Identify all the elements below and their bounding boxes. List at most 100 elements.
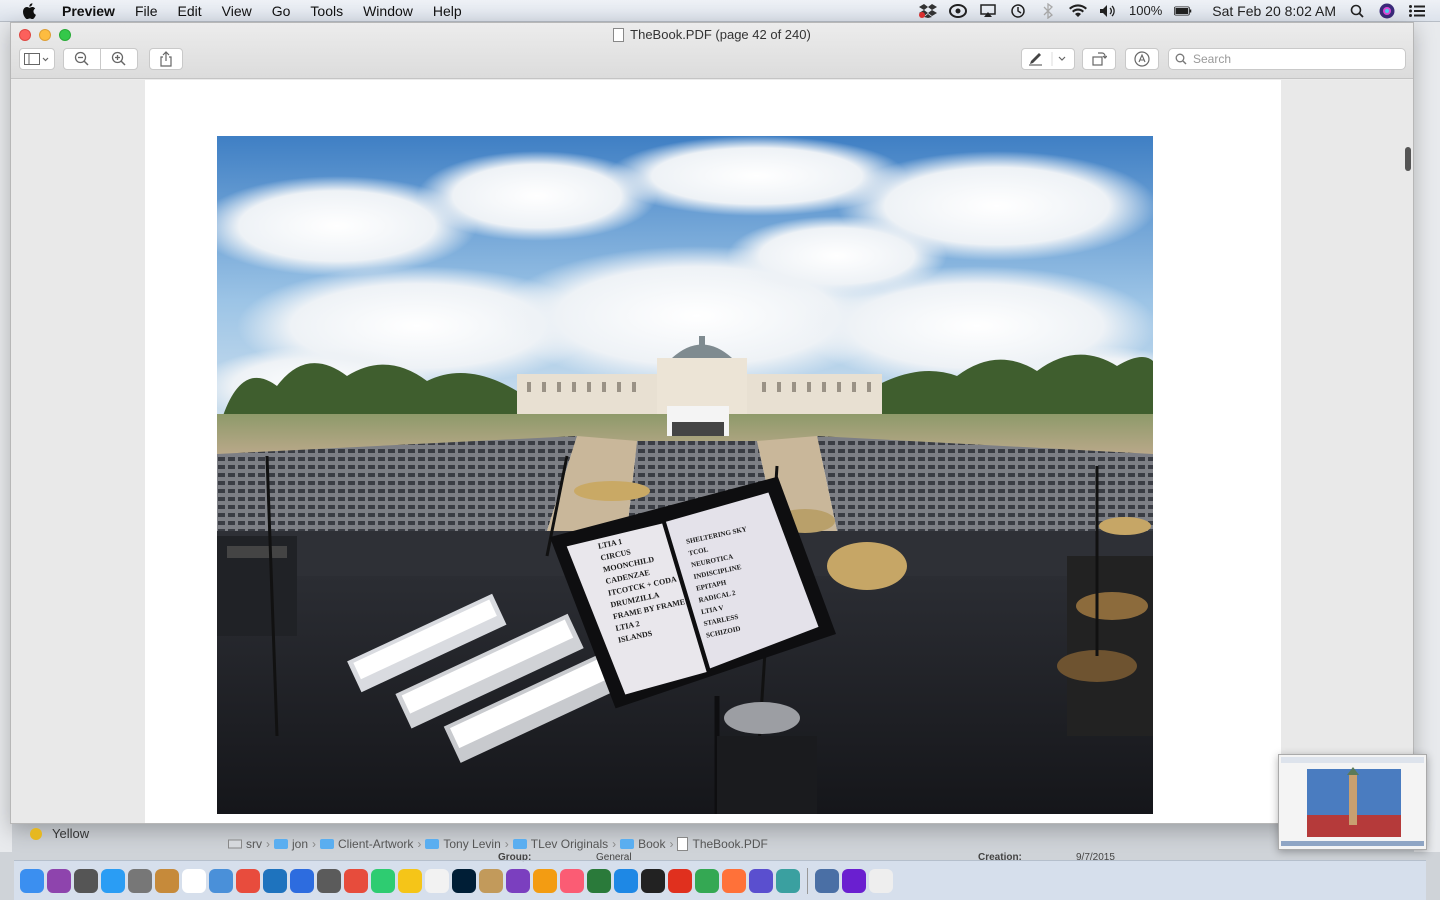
spotlight-search-icon[interactable] (1348, 3, 1366, 19)
path-separator: › (504, 837, 509, 851)
dock-app-icon[interactable] (869, 868, 893, 893)
folder-icon (274, 839, 288, 849)
path-item[interactable]: TheBook.PDF (677, 837, 768, 851)
dropbox-icon[interactable] (919, 3, 937, 19)
time-machine-icon[interactable] (1009, 3, 1027, 19)
dock-app-icon[interactable] (668, 868, 692, 893)
dock-app-icon[interactable] (506, 868, 530, 893)
folder-icon (425, 839, 440, 849)
dock-app-icon[interactable] (776, 868, 800, 893)
path-item[interactable]: srv (228, 837, 262, 851)
path-item[interactable]: TLev Originals (512, 837, 609, 851)
dock-app-icon[interactable] (263, 868, 287, 893)
siri-icon[interactable] (1378, 3, 1396, 19)
search-field[interactable] (1168, 48, 1406, 70)
pdf-file-icon (677, 837, 689, 851)
concert-stage-photo: LTIA 1 CIRCUS MOONCHILD CADENZAE ITCOTCK… (217, 136, 1153, 814)
menu-file[interactable]: File (125, 0, 168, 22)
menu-edit[interactable]: Edit (168, 0, 212, 22)
dock-app-icon[interactable] (182, 868, 206, 893)
dock-app-icon[interactable] (371, 868, 395, 893)
path-item-label: Book (638, 837, 666, 851)
volume-icon[interactable] (1099, 3, 1117, 19)
share-icon (160, 51, 172, 67)
dock-app-icon[interactable] (20, 868, 44, 893)
path-item-label: TLev Originals (530, 837, 609, 851)
wifi-icon[interactable] (1069, 3, 1087, 19)
pdf-page: LTIA 1 CIRCUS MOONCHILD CADENZAE ITCOTCK… (145, 80, 1281, 823)
dock-app-icon[interactable] (533, 868, 557, 893)
server-icon (228, 839, 242, 849)
zoom-in-button[interactable] (100, 48, 138, 70)
dock-app-icon[interactable] (722, 868, 746, 893)
finder-tag-yellow[interactable]: Yellow (30, 826, 89, 841)
tag-label: Yellow (52, 826, 90, 841)
path-separator: › (312, 837, 317, 851)
dock-app-icon[interactable] (155, 868, 179, 893)
dock-app-icon[interactable] (128, 868, 152, 893)
path-separator: › (266, 837, 270, 851)
rotate-button[interactable] (1082, 48, 1116, 70)
path-item[interactable]: Book (620, 837, 665, 851)
dock-app-icon[interactable] (344, 868, 368, 893)
yellow-tag-icon (30, 827, 42, 840)
sidebar-toggle-button[interactable] (19, 48, 55, 70)
dock-app-icon[interactable] (74, 868, 98, 893)
apple-menu-icon[interactable] (20, 2, 38, 20)
dock-app-icon[interactable] (209, 868, 233, 893)
zoom-out-button[interactable] (63, 48, 101, 70)
window-titlebar[interactable]: TheBook.PDF (page 42 of 240) (11, 23, 1413, 79)
path-item[interactable]: Tony Levin (425, 837, 501, 851)
markup-pen-button[interactable] (1021, 48, 1075, 70)
dock-app-icon[interactable] (317, 868, 341, 893)
airplay-icon[interactable] (979, 3, 997, 19)
dock-app-icon[interactable] (842, 868, 866, 893)
dock-app-icon[interactable] (452, 868, 476, 893)
markup-toolbar-button[interactable] (1125, 48, 1159, 70)
path-item[interactable]: jon (274, 837, 308, 851)
window-title: TheBook.PDF (page 42 of 240) (11, 27, 1413, 42)
path-separator: › (417, 837, 422, 851)
dock-app-icon[interactable] (641, 868, 665, 893)
share-button[interactable] (149, 48, 183, 70)
dock (14, 860, 1426, 900)
battery-icon[interactable] (1174, 3, 1192, 19)
menu-tools[interactable]: Tools (300, 0, 353, 22)
dock-app-icon[interactable] (47, 868, 71, 893)
dock-app-icon[interactable] (614, 868, 638, 893)
dock-app-icon[interactable] (479, 868, 503, 893)
zoom-out-icon (74, 51, 89, 66)
document-view[interactable]: LTIA 1 CIRCUS MOONCHILD CADENZAE ITCOTCK… (11, 80, 1413, 823)
dock-app-icon[interactable] (236, 868, 260, 893)
screenshot-thumbnail[interactable] (1278, 754, 1427, 850)
desktop-backdrop-right (1414, 22, 1440, 852)
path-item[interactable]: Client-Artwork (320, 837, 413, 851)
path-item-label: jon (292, 837, 309, 851)
search-input[interactable] (1193, 52, 1393, 66)
dock-app-icon[interactable] (290, 868, 314, 893)
bluetooth-icon[interactable] (1039, 2, 1057, 19)
menu-window[interactable]: Window (353, 0, 423, 22)
dock-app-icon[interactable] (398, 868, 422, 893)
dock-app-icon[interactable] (815, 868, 839, 893)
dock-app-icon[interactable] (560, 868, 584, 893)
menu-bar: Preview File Edit View Go Tools Window H… (0, 0, 1440, 22)
search-icon (1175, 53, 1187, 65)
notification-center-icon[interactable] (1408, 3, 1426, 19)
menu-help[interactable]: Help (423, 0, 472, 22)
dock-app-icon[interactable] (749, 868, 773, 893)
sidebar-icon (24, 53, 49, 65)
dock-app-icon[interactable] (101, 868, 125, 893)
menu-view[interactable]: View (212, 0, 262, 22)
battery-percent: 100% (1129, 3, 1163, 18)
creative-cloud-icon[interactable] (949, 3, 967, 19)
path-item-label: srv (246, 837, 262, 851)
menu-go[interactable]: Go (262, 0, 301, 22)
app-menu-preview[interactable]: Preview (52, 0, 125, 22)
dock-app-icon[interactable] (587, 868, 611, 893)
path-item-label: TheBook.PDF (692, 837, 768, 851)
dock-app-icon[interactable] (425, 868, 449, 893)
dock-app-icon[interactable] (695, 868, 719, 893)
menubar-clock[interactable]: Sat Feb 20 8:02 AM (1212, 3, 1336, 19)
vertical-scrollbar-thumb[interactable] (1405, 147, 1411, 171)
